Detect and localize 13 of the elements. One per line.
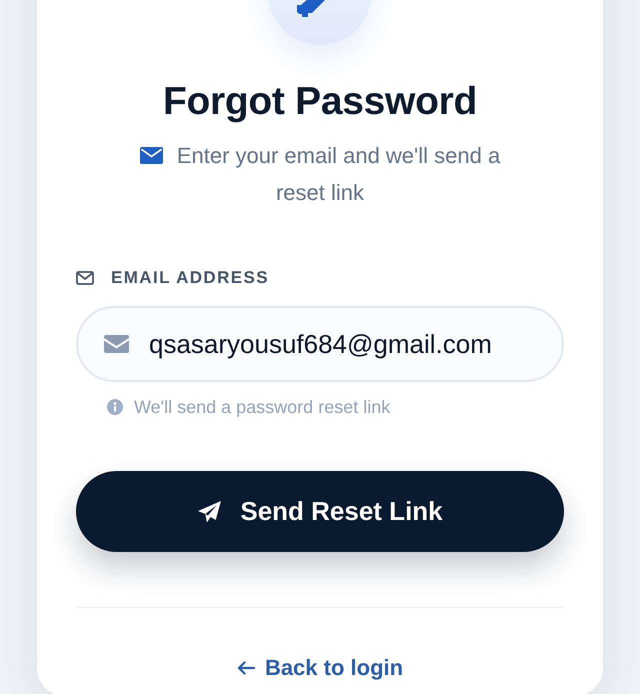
hint-text: We'll send a password reset link: [134, 397, 390, 417]
back-to-login-link[interactable]: Back to login: [236, 654, 404, 682]
field-label: EMAIL ADDRESS: [111, 268, 269, 288]
arrow-left-icon: [236, 661, 255, 675]
envelope-icon: [104, 335, 129, 353]
envelope-outline-icon: [76, 271, 94, 285]
send-reset-link-button[interactable]: Send Reset Link: [76, 471, 564, 552]
email-input[interactable]: qsasaryousuf684@gmail.com: [76, 306, 564, 382]
envelope-icon: [140, 147, 163, 164]
subtitle-text: Enter your email and we'll send a reset link: [176, 143, 500, 205]
info-icon: [107, 399, 123, 415]
page-title: Forgot Password: [162, 80, 478, 124]
paper-plane-icon: [197, 500, 222, 524]
